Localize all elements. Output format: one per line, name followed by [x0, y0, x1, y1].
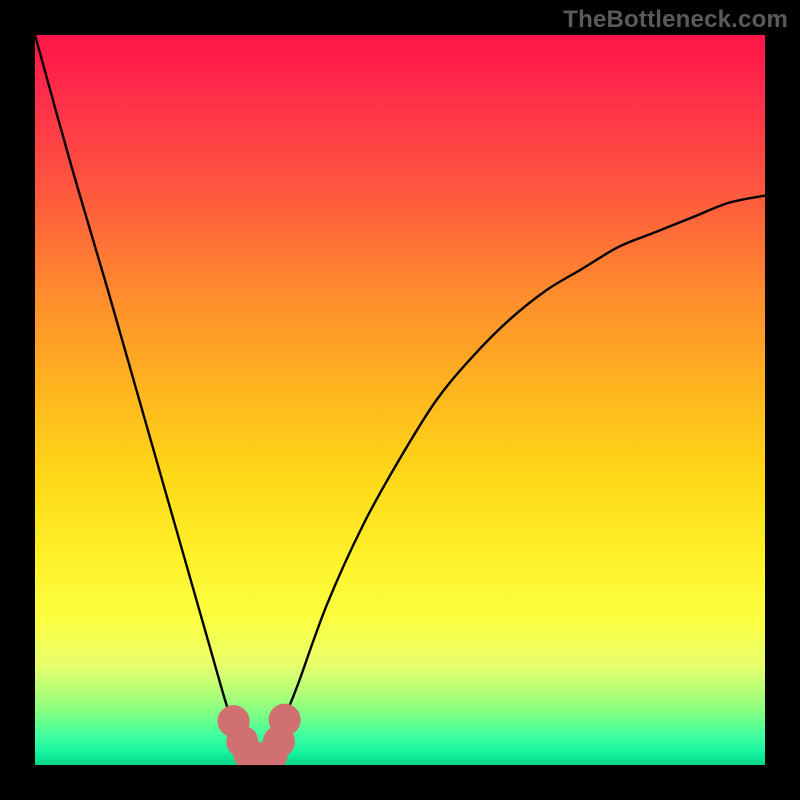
chart-plot-area [35, 35, 765, 765]
chart-frame: TheBottleneck.com [0, 0, 800, 800]
watermark-text: TheBottleneck.com [563, 6, 788, 34]
curve-path [35, 35, 765, 765]
curve-marker [269, 704, 301, 736]
bottleneck-curve [35, 35, 765, 765]
curve-markers [218, 704, 301, 765]
